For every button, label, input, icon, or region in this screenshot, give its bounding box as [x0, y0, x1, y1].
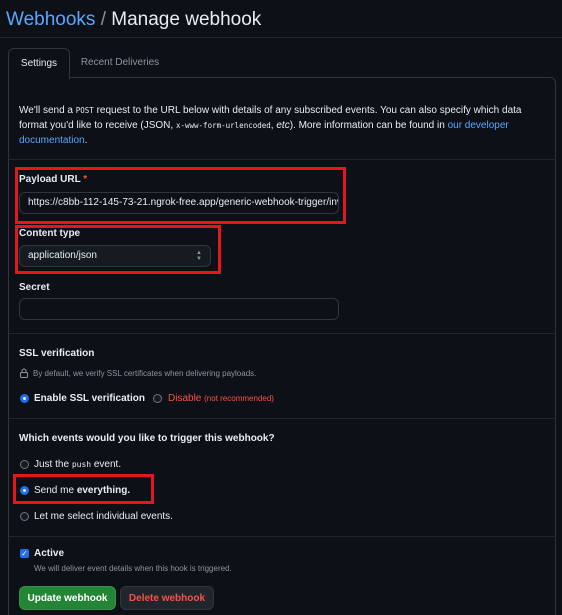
events-push-radio[interactable]: [20, 460, 29, 469]
active-description: We will deliver event details when this …: [34, 564, 232, 573]
ssl-enable-radio[interactable]: [20, 394, 29, 403]
ssl-enable-label: Enable SSL verification: [34, 393, 145, 404]
page-heading: Manage webhook: [111, 9, 262, 30]
active-checkbox[interactable]: ✓: [20, 549, 29, 558]
secret-input[interactable]: [19, 298, 339, 320]
ssl-disable-label: Disable (not recommended): [168, 393, 274, 404]
events-push-label: Just the push event.: [34, 459, 122, 470]
divider: [9, 536, 555, 537]
breadcrumb-webhooks-link[interactable]: Webhooks: [6, 9, 95, 30]
highlight-content-type: [15, 225, 221, 274]
header-divider: [0, 37, 562, 38]
ssl-verification-label: SSL verification: [19, 348, 95, 359]
ssl-disable-note: (not recommended): [204, 394, 274, 403]
divider: [9, 333, 555, 334]
highlight-payload-url: [15, 167, 346, 224]
events-question: Which events would you like to trigger t…: [19, 433, 275, 444]
post-code: POST: [75, 106, 94, 115]
active-label: Active: [34, 548, 65, 559]
tab-recent-deliveries[interactable]: Recent Deliveries: [78, 48, 162, 78]
lock-icon: [20, 368, 28, 378]
ssl-description: By default, we verify SSL certificates w…: [33, 369, 257, 378]
divider: [9, 418, 555, 419]
delete-webhook-button[interactable]: Delete webhook: [120, 586, 214, 610]
events-individual-label: Let me select individual events.: [34, 511, 173, 522]
ssl-disable-radio[interactable]: [153, 394, 162, 403]
intro-text: We'll send a POST request to the URL bel…: [19, 105, 522, 146]
divider: [9, 159, 555, 160]
tab-settings[interactable]: Settings: [8, 48, 70, 79]
secret-label: Secret: [19, 282, 50, 293]
events-individual-radio[interactable]: [20, 512, 29, 521]
page-title: Webhooks / Manage webhook: [6, 8, 261, 32]
urlencoded-code: x-www-form-urlencoded: [175, 121, 271, 130]
breadcrumb-separator: /: [100, 9, 106, 30]
update-webhook-button[interactable]: Update webhook: [19, 586, 116, 610]
highlight-send-everything: [13, 474, 154, 504]
push-code: push: [71, 460, 92, 469]
